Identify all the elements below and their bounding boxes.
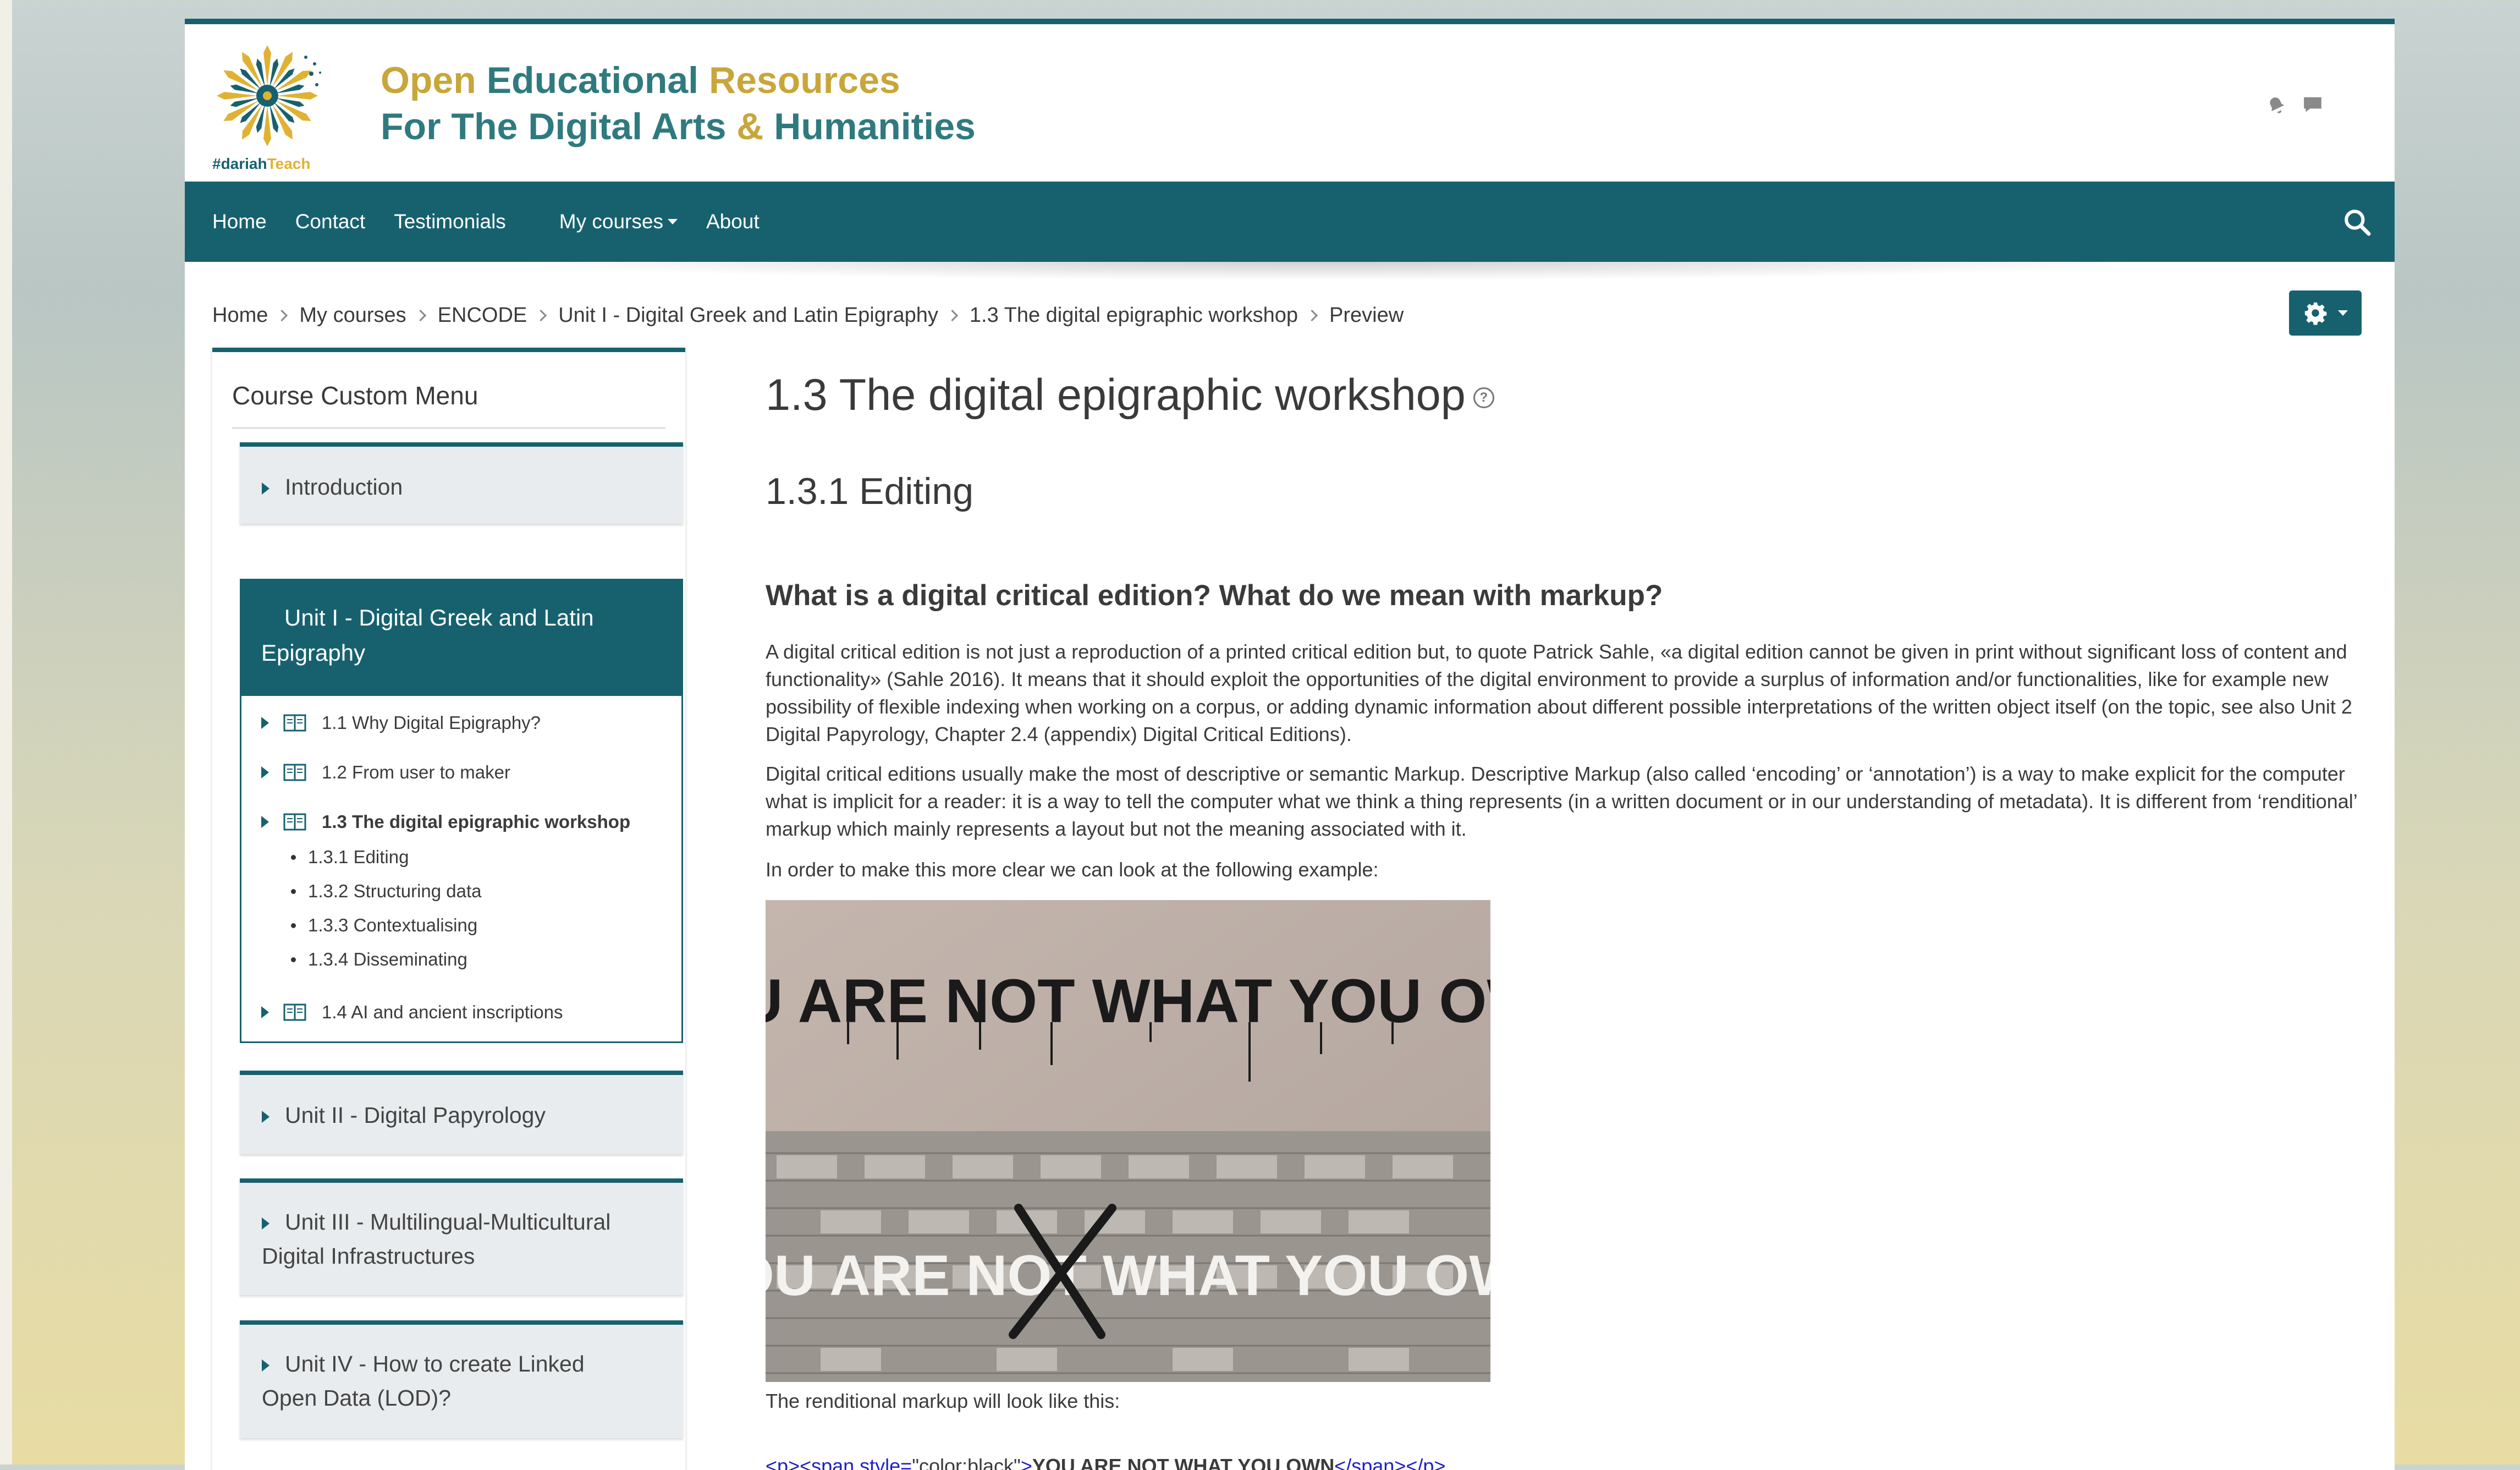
caret-down-icon [2338,310,2348,316]
caret-down-icon [667,219,678,224]
book-icon [283,764,306,781]
window-edge [0,0,12,1464]
lesson-1-2[interactable]: 1.2 From user to maker [261,762,510,783]
section-unit-2[interactable]: Unit II - Digital Papyrology [240,1071,683,1154]
breadcrumb-preview: Preview [1329,304,1404,327]
section-unit-1: Unit I - Digital Greek and Latin Epigraph… [240,579,683,1043]
graffiti-bottom-text: YOU ARE NOT WHAT YOU OWN [766,1244,1490,1308]
section-heading: 1.3.1 Editing [766,470,974,512]
subitem-1-3-1[interactable]: 1.3.1 Editing [291,847,409,868]
logo-tagline: #dariahTeach [212,155,311,172]
graffiti-top-text: YOU ARE NOT WHAT YOU OWN. [766,967,1490,1035]
breadcrumb-encode[interactable]: ENCODE [438,304,527,327]
book-icon [283,1003,306,1021]
breadcrumb: Home My courses ENCODE Unit I - Digital … [212,304,1404,327]
messages-icon[interactable] [2302,95,2323,116]
breadcrumb-unit-1[interactable]: Unit I - Digital Greek and Latin Epigrap… [558,304,938,327]
question-heading: What is a digital critical edition? What… [766,579,1663,612]
breadcrumb-home[interactable]: Home [212,304,268,327]
nav-my-courses-dropdown[interactable]: My courses [559,210,678,233]
code-example: <p><span style="color:black">YOU ARE NOT… [766,1455,1446,1470]
divider [232,427,665,429]
section-unit-1-header[interactable]: Unit I - Digital Greek and Latin Epigraph… [241,580,681,696]
navbar-shadow [504,262,2154,281]
breadcrumb-my-courses[interactable]: My courses [299,304,406,327]
caret-right-icon [261,1006,269,1018]
nav-contact[interactable]: Contact [295,210,366,233]
caret-right-icon [261,816,269,828]
section-unit-3[interactable]: Unit III - Multilingual-Multicultural Dig… [240,1178,683,1295]
nav-about[interactable]: About [706,210,760,233]
paragraph-2: Digital critical editions usually make t… [766,763,2357,840]
book-icon [283,714,306,732]
lesson-1-1[interactable]: 1.1 Why Digital Epigraphy? [261,712,541,733]
caret-right-icon [262,1111,269,1123]
site-title[interactable]: Open Educational Resources For The Digit… [381,57,976,150]
main-content: 1.3 The digital epigraphic workshop ? 1.… [766,368,2361,1470]
chevron-right-icon [1306,309,1318,322]
section-introduction[interactable]: Introduction [240,442,683,524]
caret-right-icon [262,1217,269,1230]
nav-testimonials[interactable]: Testimonials [394,210,506,233]
subitem-1-3-2[interactable]: 1.3.2 Structuring data [291,881,482,902]
paragraph-1: A digital critical edition is not just a… [766,640,2352,745]
site-header: #dariahTeach Open Educational Resources … [185,24,2395,182]
graffiti-wall-image: YOU ARE NOT WHAT YOU OWN. YOU ARE NOT WH… [766,900,1490,1382]
paragraph-3: In order to make this more clear we can … [766,858,1379,881]
main-navbar: Home Contact Testimonials My courses Abo… [185,182,2395,262]
lesson-1-4[interactable]: 1.4 AI and ancient inscriptions [261,1002,563,1023]
dariah-logo-icon[interactable] [212,41,328,167]
section-unit-4[interactable]: Unit IV - How to create Linked Open Data … [240,1320,683,1438]
search-icon[interactable] [2342,207,2373,238]
caret-right-icon [262,1359,269,1372]
course-custom-menu: Course Custom Menu Introduction Unit I -… [212,348,685,1470]
caret-right-icon [262,482,269,495]
book-icon [283,813,306,831]
caret-right-icon [261,613,269,626]
chevron-right-icon [535,309,547,322]
chevron-right-icon [946,309,959,322]
settings-menu-button[interactable] [2289,290,2362,336]
chevron-right-icon [414,309,426,322]
page-title: 1.3 The digital epigraphic workshop ? [766,368,2361,423]
image-caption: The renditional markup will look like th… [766,1390,1120,1412]
breadcrumb-lesson[interactable]: 1.3 The digital epigraphic workshop [970,304,1298,327]
lesson-1-3-active[interactable]: 1.3 The digital epigraphic workshop [261,811,630,832]
subitem-1-3-3[interactable]: 1.3.3 Contextualising [291,915,477,936]
caret-right-icon [261,766,269,778]
caret-right-icon [261,717,269,729]
notification-bell-icon[interactable] [2266,95,2287,116]
course-menu-title: Course Custom Menu [232,381,478,410]
subitem-1-3-4[interactable]: 1.3.4 Disseminating [291,949,467,970]
help-icon[interactable]: ? [1473,387,1494,408]
gear-icon [2304,302,2327,325]
nav-home[interactable]: Home [212,210,267,233]
chevron-right-icon [276,309,288,322]
page: #dariahTeach Open Educational Resources … [185,19,2395,1470]
